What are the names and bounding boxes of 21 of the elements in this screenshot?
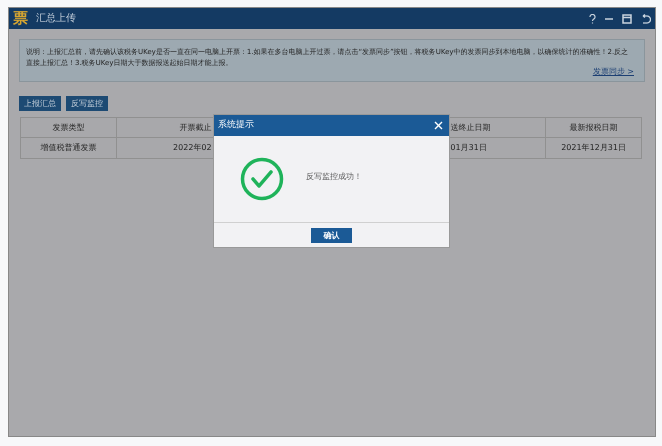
dialog-message: 反写监控成功！ xyxy=(306,171,362,183)
app-logo: 票 xyxy=(13,11,28,26)
confirm-button[interactable]: 确认 xyxy=(311,228,352,243)
column-header: 最新报税日期 xyxy=(570,122,618,134)
window-title: 汇总上传 xyxy=(36,12,76,26)
toolbar-button[interactable]: 反写监控 xyxy=(66,96,108,111)
table-cell: 2021年12月31日 xyxy=(561,142,626,154)
success-check-icon xyxy=(240,157,284,201)
maximize-icon[interactable] xyxy=(622,14,632,24)
column-header: 送终止日期 xyxy=(450,122,490,134)
table-cell: 01月31日 xyxy=(450,142,487,154)
dialog-title: 系统提示 xyxy=(218,118,254,132)
help-icon[interactable] xyxy=(589,14,596,24)
close-icon[interactable] xyxy=(434,121,443,130)
column-header: 发票类型 xyxy=(52,122,84,134)
table-cell: 增值税普通发票 xyxy=(40,142,96,154)
column-header: 开票截止 xyxy=(180,122,212,134)
table-cell: 2022年02 xyxy=(173,142,212,154)
back-arrow-icon[interactable] xyxy=(640,14,651,24)
toolbar-button[interactable]: 上报汇总 xyxy=(19,96,61,111)
sync-link[interactable]: 发票同步 > xyxy=(592,66,634,78)
